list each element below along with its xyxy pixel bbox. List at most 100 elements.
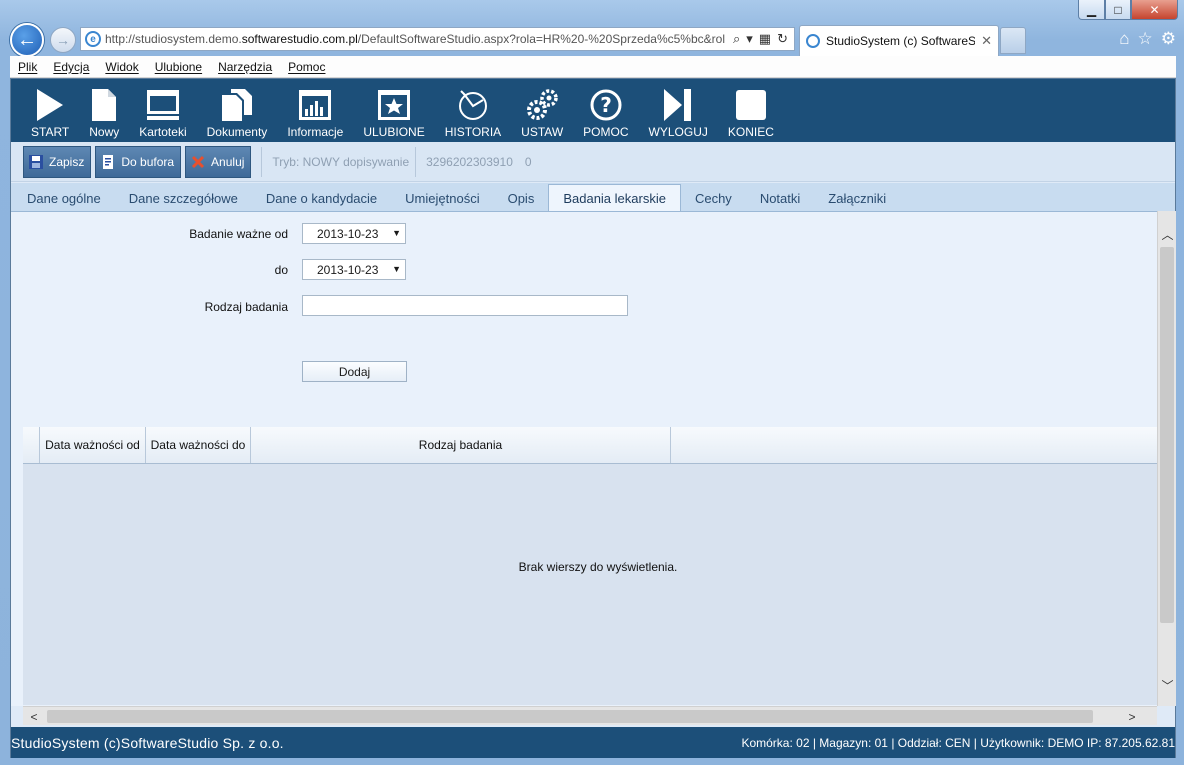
- exam-type-input[interactable]: [302, 295, 628, 316]
- record-number-text: 0: [524, 154, 532, 169]
- tab-close-icon[interactable]: ✕: [981, 33, 992, 49]
- tab-features[interactable]: Cechy: [681, 185, 746, 211]
- column-valid-from[interactable]: Data ważności od: [40, 427, 146, 463]
- toolbar-label: Informacje: [287, 125, 344, 139]
- tab-candidate[interactable]: Dane o kandydacie: [252, 185, 391, 211]
- valid-from-value: 2013-10-23: [317, 226, 379, 241]
- chart-icon: [298, 87, 332, 123]
- save-button[interactable]: Zapisz: [23, 145, 92, 178]
- compatibility-icon[interactable]: ▦: [759, 31, 771, 47]
- svg-text:?: ?: [600, 93, 612, 117]
- status-company: StudioSystem (c)SoftwareStudio Sp. z o.o…: [11, 734, 284, 751]
- url-text[interactable]: http://studiosystem.demo.softwarestudio.…: [105, 32, 727, 46]
- horizontal-scrollbar[interactable]: < >: [23, 706, 1157, 725]
- tab-notes[interactable]: Notatki: [746, 185, 814, 211]
- toolbar-label: HISTORIA: [444, 125, 502, 139]
- menu-file[interactable]: Plik: [18, 60, 37, 74]
- gears-icon: [525, 87, 559, 123]
- tab-description[interactable]: Opis: [494, 185, 549, 211]
- toolbar-documents[interactable]: Dokumenty: [197, 87, 278, 142]
- toolbar-label: KONIEC: [727, 125, 774, 139]
- toolbar-settings[interactable]: USTAW: [511, 87, 573, 142]
- scroll-down-icon[interactable]: ﹀: [1158, 676, 1177, 694]
- tab-medical-exams[interactable]: Badania lekarskie: [548, 184, 681, 211]
- toolbar-end[interactable]: KONIEC: [718, 87, 784, 142]
- chevron-down-icon: ▼: [392, 228, 401, 238]
- scroll-up-icon[interactable]: ︿: [1158, 225, 1177, 243]
- record-id-text: 3296202303910: [426, 154, 513, 169]
- toolbar-help[interactable]: ? POMOC: [573, 87, 638, 142]
- column-exam-type[interactable]: Rodzaj badania: [251, 427, 671, 463]
- valid-to-value: 2013-10-23: [317, 262, 379, 277]
- to-buffer-button[interactable]: Do bufora: [95, 145, 182, 178]
- vertical-scroll-thumb[interactable]: [1160, 247, 1174, 623]
- scroll-left-icon[interactable]: <: [25, 707, 43, 726]
- browser-window: ▁ □ ✕ ← → e http://studiosystem.demo.sof…: [0, 0, 1184, 765]
- history-icon: [456, 87, 490, 123]
- horizontal-scroll-thumb[interactable]: [47, 710, 1093, 723]
- browser-tab-active[interactable]: StudioSystem (c) SoftwareS... ✕: [799, 25, 999, 56]
- play-icon: [35, 87, 65, 123]
- new-tab-button[interactable]: [1000, 27, 1026, 54]
- vertical-scrollbar[interactable]: ︿ ﹀: [1157, 211, 1176, 706]
- maximize-icon[interactable]: □: [1105, 0, 1131, 20]
- action-bar: Zapisz Do bufora Anuluj Tryb: NOWY dopis…: [11, 142, 1175, 182]
- main-toolbar: START Nowy Kartoteki Dokumenty Informacj…: [11, 79, 1175, 142]
- cancel-button[interactable]: Anuluj: [185, 145, 252, 178]
- column-valid-to[interactable]: Data ważności do: [146, 427, 251, 463]
- forward-arrow-icon[interactable]: →: [50, 27, 76, 53]
- menu-tools[interactable]: Narzędzia: [218, 60, 272, 74]
- menu-help[interactable]: Pomoc: [288, 60, 325, 74]
- toolbar-information[interactable]: Informacje: [277, 87, 353, 142]
- tab-title: StudioSystem (c) SoftwareS...: [826, 34, 976, 48]
- exam-type-label: Rodzaj badania: [204, 300, 288, 314]
- toolbar-label: Nowy: [89, 125, 120, 139]
- card-file-icon: [146, 87, 180, 123]
- settings-gear-icon[interactable]: ⚙: [1161, 29, 1176, 49]
- scroll-right-icon[interactable]: >: [1123, 707, 1141, 726]
- toolbar-label: WYLOGUJ: [648, 125, 708, 139]
- home-icon[interactable]: ⌂: [1119, 29, 1129, 49]
- toolbar-start[interactable]: START: [21, 87, 79, 142]
- dropdown-icon[interactable]: ▾: [746, 31, 753, 47]
- toolbar-label: ULUBIONE: [363, 125, 425, 139]
- exams-grid: Data ważności od Data ważności do Rodzaj…: [23, 427, 1157, 705]
- status-session-info: Komórka: 02 | Magazyn: 01 | Oddział: CEN…: [741, 735, 1175, 750]
- address-tools: ⌕ ▾ ▦ ↻: [727, 31, 794, 47]
- toolbar-history[interactable]: HISTORIA: [435, 87, 511, 142]
- tab-content: Badanie ważne od 2013-10-23 ▼ do 2013-10…: [11, 211, 1157, 706]
- valid-to-label: do: [274, 263, 288, 277]
- back-arrow-icon[interactable]: ←: [10, 23, 44, 57]
- toolbar-card-files[interactable]: Kartoteki: [129, 87, 196, 142]
- add-button[interactable]: Dodaj: [302, 361, 407, 382]
- menu-edit[interactable]: Edycja: [53, 60, 89, 74]
- favorites-star-icon[interactable]: ☆: [1138, 29, 1153, 49]
- toolbar-label: POMOC: [583, 125, 629, 139]
- save-label: Zapisz: [49, 154, 85, 169]
- grid-header: Data ważności od Data ważności do Rodzaj…: [23, 427, 1157, 464]
- menu-bar: Plik Edycja Widok Ulubione Narzędzia Pom…: [10, 56, 1176, 78]
- valid-to-dropdown[interactable]: 2013-10-23 ▼: [302, 259, 406, 280]
- toolbar-favorites[interactable]: ULUBIONE: [353, 87, 434, 142]
- stop-icon: [735, 87, 767, 123]
- refresh-icon[interactable]: ↻: [777, 31, 788, 47]
- toolbar-label: Kartoteki: [139, 125, 187, 139]
- status-bar: StudioSystem (c)SoftwareStudio Sp. z o.o…: [11, 727, 1175, 758]
- tab-skills[interactable]: Umiejętności: [391, 185, 493, 211]
- valid-from-label: Badanie ważne od: [189, 227, 288, 241]
- tab-details[interactable]: Dane szczegółowe: [115, 185, 252, 211]
- tab-attachments[interactable]: Załączniki: [814, 185, 900, 211]
- buffer-document-icon: [100, 154, 116, 170]
- menu-view[interactable]: Widok: [105, 60, 138, 74]
- toolbar-logout[interactable]: WYLOGUJ: [639, 87, 718, 142]
- close-window-icon[interactable]: ✕: [1131, 0, 1178, 20]
- search-icon[interactable]: ⌕: [733, 31, 740, 47]
- minimize-icon[interactable]: ▁: [1078, 0, 1105, 20]
- address-bar[interactable]: e http://studiosystem.demo.softwarestudi…: [80, 27, 795, 51]
- cancel-x-icon: [190, 154, 206, 170]
- menu-favorites[interactable]: Ulubione: [155, 60, 202, 74]
- toolbar-new[interactable]: Nowy: [79, 87, 129, 142]
- tab-general[interactable]: Dane ogólne: [13, 185, 115, 211]
- toolbar-label: START: [31, 125, 70, 139]
- valid-from-dropdown[interactable]: 2013-10-23 ▼: [302, 223, 406, 244]
